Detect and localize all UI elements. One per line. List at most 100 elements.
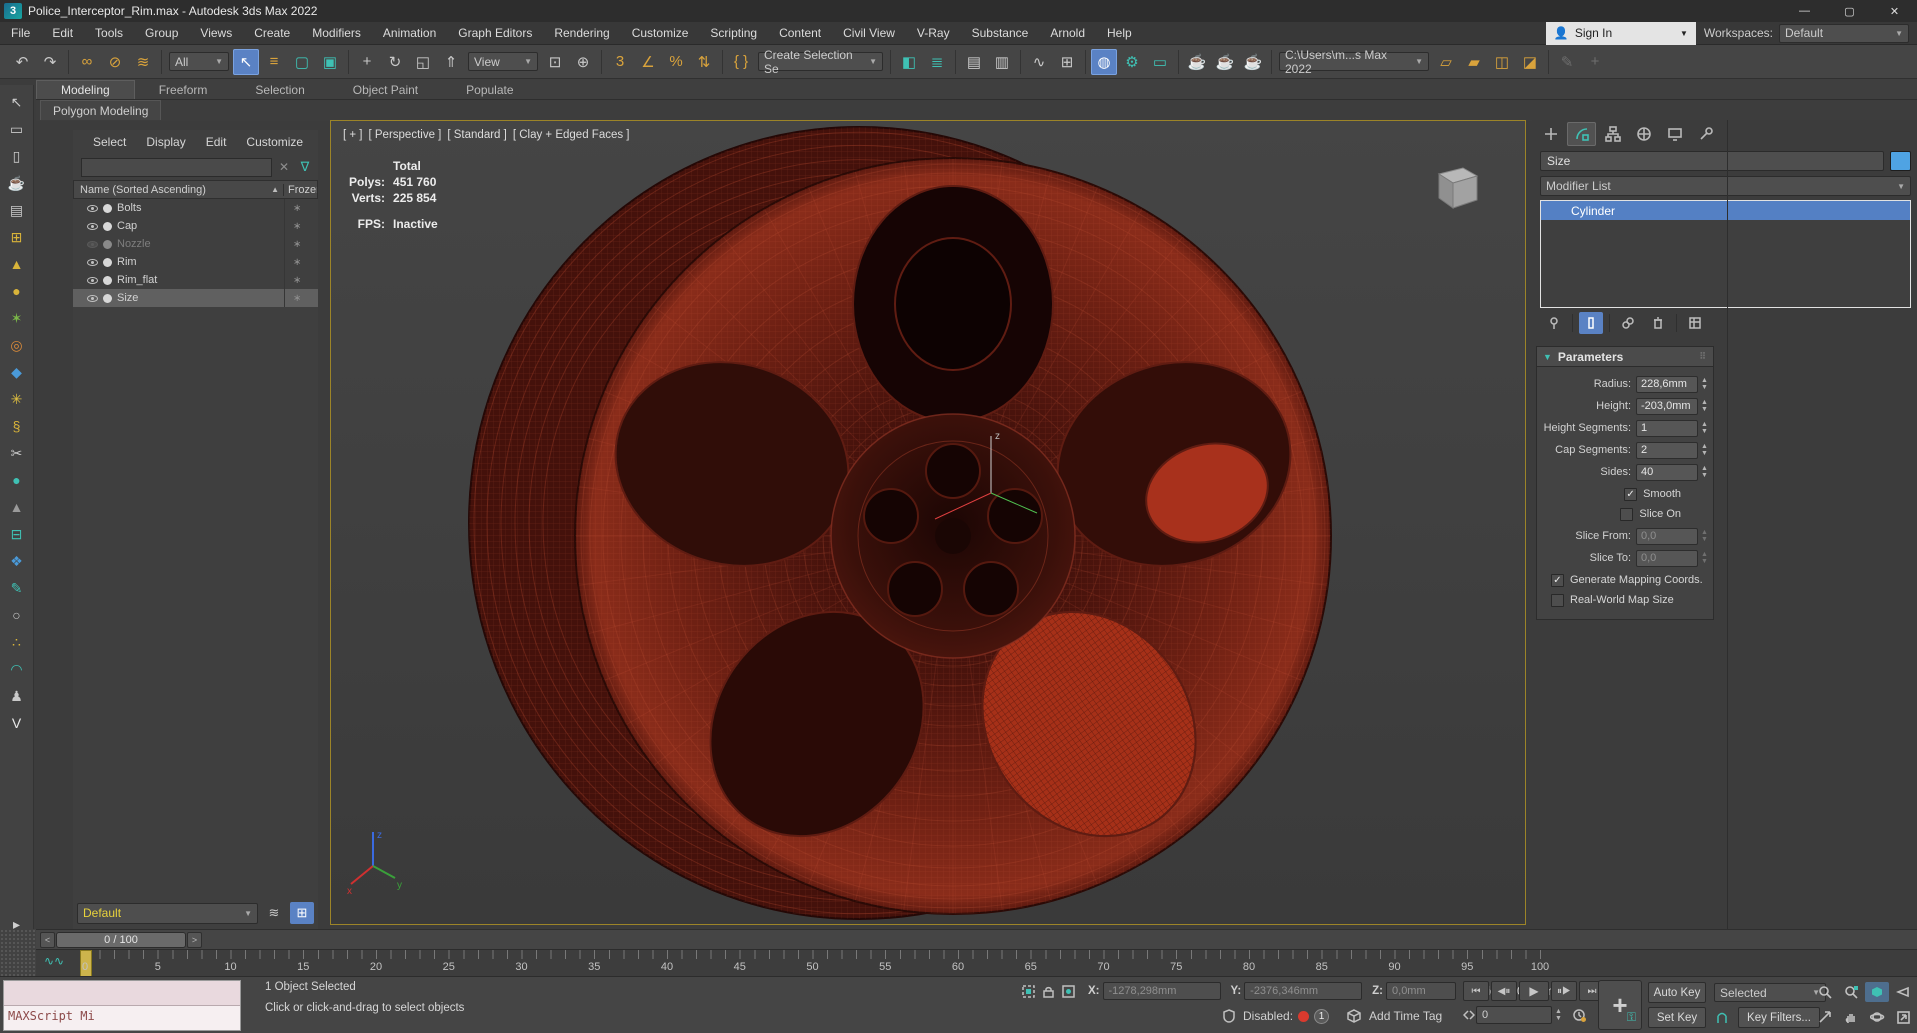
z-coordinate-field[interactable]: 0,0mm	[1386, 982, 1457, 1000]
visibility-eye-icon[interactable]	[87, 222, 98, 230]
perspective-viewport[interactable]: z [ + ] [ Perspective ] [ Standard ] [ C…	[330, 120, 1526, 925]
parameter-spinner[interactable]: ▲ ▼	[1698, 551, 1709, 565]
tube-icon[interactable]: ◎	[5, 334, 29, 356]
selection-region-icon[interactable]	[1018, 982, 1038, 1000]
render-production-icon[interactable]: ☕	[1184, 49, 1210, 75]
explorer-menu-display[interactable]: Display	[136, 135, 195, 149]
checkbox-real-world-map-size[interactable]	[1551, 593, 1564, 607]
menu-arnold[interactable]: Arnold	[1039, 22, 1096, 45]
material-editor-icon[interactable]: ◍	[1091, 48, 1117, 75]
select-object-icon[interactable]: ↖	[233, 48, 259, 75]
menu-civil-view[interactable]: Civil View	[832, 22, 906, 45]
timeline-left-grip[interactable]	[0, 929, 36, 976]
v-icon[interactable]: V	[5, 712, 29, 734]
checkbox-generate-mapping-coords-[interactable]: ✓	[1551, 573, 1564, 587]
set-keys-button[interactable]: + ⚿	[1598, 980, 1642, 1030]
cone-gray-icon[interactable]: ▲	[5, 496, 29, 518]
menu-group[interactable]: Group	[134, 22, 189, 45]
fan-icon[interactable]: ❖	[5, 550, 29, 572]
hierarchy-tab-icon[interactable]	[1598, 122, 1627, 146]
select-manipulate-icon[interactable]: ⊕	[570, 49, 596, 75]
ribbon-tab-object-paint[interactable]: Object Paint	[329, 81, 442, 99]
select-link-icon[interactable]: ∞	[74, 49, 100, 75]
frozen-state-icon[interactable]: ∗	[284, 199, 318, 217]
utilities-tab-icon[interactable]	[1691, 122, 1720, 146]
droplet-icon[interactable]: ◆	[5, 361, 29, 383]
undo-icon[interactable]: ↶	[9, 49, 35, 75]
absolute-mode-icon[interactable]	[1058, 982, 1078, 1000]
modifier-stack-icon[interactable]: ▤	[5, 199, 29, 221]
scene-object-row[interactable]: Bolts ∗	[73, 199, 318, 217]
y-coordinate-field[interactable]: -2376,346mm	[1244, 982, 1363, 1000]
project-settings-icon[interactable]: ◪	[1517, 49, 1543, 75]
object-name-field[interactable]: Size	[1540, 151, 1884, 171]
explorer-column-header[interactable]: Name (Sorted Ascending) ▲ Frozen	[73, 180, 318, 199]
parameter-value-field[interactable]: 40	[1636, 463, 1698, 481]
parameter-value-field[interactable]: 1	[1636, 419, 1698, 437]
configure-modifier-sets-icon[interactable]	[1683, 312, 1707, 334]
maximize-viewport-icon[interactable]	[1891, 1007, 1915, 1027]
previous-key-button[interactable]: ◀⏸	[1491, 981, 1517, 1001]
time-slider-handle[interactable]: 0 / 100	[56, 931, 186, 948]
next-key-button[interactable]: ⏸▶	[1551, 981, 1577, 1001]
object-color-swatch[interactable]	[1890, 151, 1911, 171]
workspace-dropdown[interactable]: Default ▼	[1779, 23, 1909, 43]
circle-icon[interactable]: ○	[5, 604, 29, 626]
menu-substance[interactable]: Substance	[961, 22, 1040, 45]
parameter-spinner[interactable]: ▲ ▼	[1698, 421, 1709, 435]
display-tab-icon[interactable]	[1660, 122, 1689, 146]
scene-object-row[interactable]: Cap ∗	[73, 217, 318, 235]
track-bar-ruler[interactable]: ∿∿ 0 5 10 15 20 25 30 35 40 45 50 55 60 65 70 75 80 85 90 9…	[36, 949, 1917, 977]
inactive-tool-icon[interactable]: ✎	[1554, 49, 1580, 75]
paint-icon[interactable]: ✎	[5, 577, 29, 599]
parameter-value-field[interactable]: 228,6mm	[1636, 375, 1698, 393]
named-selection-set-field[interactable]: Create Selection Se ▼	[758, 48, 883, 76]
explorer-menu-customize[interactable]: Customize	[236, 135, 313, 149]
notification-badge[interactable]: 1	[1314, 1008, 1330, 1024]
render-setup-icon[interactable]: ⚙	[1119, 49, 1145, 75]
swirl-icon[interactable]: ◠	[5, 658, 29, 680]
menu-modifiers[interactable]: Modifiers	[301, 22, 372, 45]
set-project-icon[interactable]: ◫	[1489, 49, 1515, 75]
shield-icon[interactable]	[1218, 1007, 1238, 1025]
parameter-spinner[interactable]: ▲ ▼	[1698, 399, 1709, 413]
open-project-icon[interactable]: ▰	[1461, 49, 1487, 75]
create-project-icon[interactable]: ▱	[1433, 49, 1459, 75]
hierarchy-view-icon[interactable]: ⊞	[290, 902, 314, 924]
active-layer-dropdown[interactable]: Default ▼	[77, 902, 258, 924]
rectangular-region-icon[interactable]: ▢	[289, 49, 315, 75]
set-key-button[interactable]: Set Key	[1648, 1007, 1706, 1028]
select-cursor-icon[interactable]: ↖	[5, 91, 29, 113]
parameter-value-field[interactable]: -203,0mm	[1636, 397, 1698, 415]
redo-icon[interactable]: ↷	[37, 49, 63, 75]
key-filters-button[interactable]: Key Filters...	[1738, 1007, 1820, 1028]
visibility-eye-icon[interactable]	[87, 204, 98, 212]
angle-snap-icon[interactable]: ∠	[635, 49, 661, 75]
scene-object-row[interactable]: Size ∗	[73, 289, 318, 307]
parameter-value-field[interactable]: 0,0	[1636, 549, 1698, 567]
sphere-teal-icon[interactable]: ●	[5, 469, 29, 491]
align-icon[interactable]: ≣	[924, 49, 950, 75]
key-mode-icon[interactable]	[1712, 1009, 1732, 1027]
menu-scripting[interactable]: Scripting	[699, 22, 768, 45]
ribbon-tab-modeling[interactable]: Modeling	[36, 80, 135, 99]
make-unique-icon[interactable]	[1616, 312, 1640, 334]
curve-editor-icon[interactable]: ∿	[1026, 49, 1052, 75]
checkbox-smooth[interactable]: ✓	[1624, 487, 1638, 501]
layers-icon[interactable]: ≋	[262, 902, 286, 924]
menu-edit[interactable]: Edit	[41, 22, 84, 45]
close-button[interactable]: ✕	[1872, 0, 1917, 22]
modifier-list-dropdown[interactable]: Modifier List ▼	[1540, 176, 1911, 196]
viewcube[interactable]	[1425, 156, 1485, 216]
sphere-icon[interactable]: ●	[5, 280, 29, 302]
spinner-snap-icon[interactable]: ⇅	[691, 49, 717, 75]
menu-views[interactable]: Views	[189, 22, 243, 45]
show-end-result-icon[interactable]	[1579, 312, 1603, 334]
explorer-search-input[interactable]	[81, 157, 272, 177]
ribbon-tab-populate[interactable]: Populate	[442, 81, 537, 99]
pin-stack-icon[interactable]	[1542, 312, 1566, 334]
time-slider-track[interactable]: < 0 / 100 >	[36, 929, 1917, 949]
x-coordinate-field[interactable]: -1278,298mm	[1102, 982, 1221, 1000]
visibility-eye-icon[interactable]	[87, 294, 98, 302]
wheel-rim-model[interactable]: z	[331, 121, 1526, 925]
